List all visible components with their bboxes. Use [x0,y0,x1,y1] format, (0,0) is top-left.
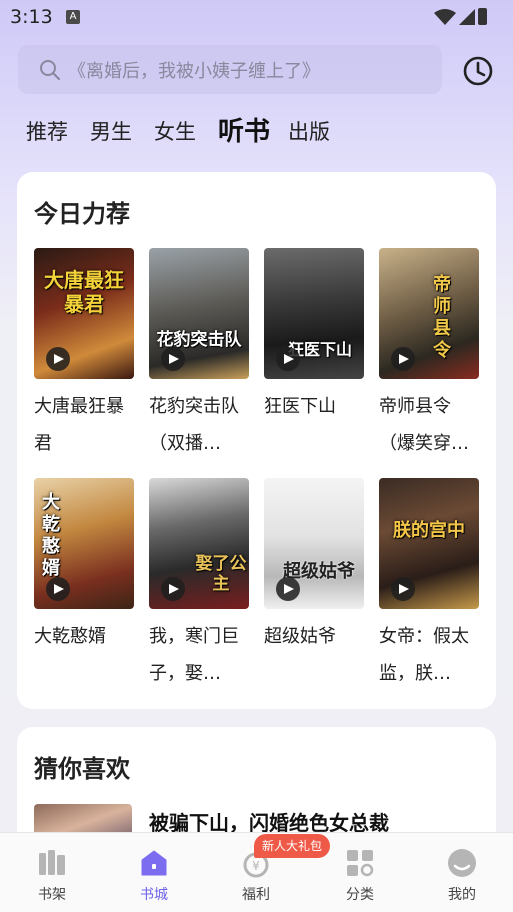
book-title: 我，寒门巨子，娶… [149,626,239,684]
book-item[interactable]: 花豹突击队 花豹突击队（双播… [149,248,249,462]
nav-profile[interactable]: 我的 [422,833,502,912]
book-item[interactable]: 超级姑爷 超级姑爷 [264,478,364,692]
book-item[interactable]: 娶了公主 我，寒门巨子，娶… [149,478,249,692]
play-icon[interactable] [276,577,300,601]
nav-label: 书架 [38,887,66,903]
book-cover[interactable]: 超级姑爷 [264,478,364,609]
book-cover[interactable]: 帝师县令 [379,248,479,379]
book-cover[interactable]: 娶了公主 [149,478,249,609]
status-icons [434,8,487,25]
nav-label: 我的 [448,887,476,903]
cover-title: 大乾憨婿 [42,492,60,579]
cover-title: 帝师县令 [433,274,451,361]
status-bar: 3:13 A [0,0,513,36]
category-icon [347,850,374,877]
signal-icon [459,9,475,25]
book-title: 女帝：假太监，朕… [379,626,469,684]
bookstore-icon [141,850,167,876]
cover-title: 花豹突击队 [156,330,242,350]
cover-title: 超级姑爷 [283,561,355,582]
play-icon[interactable] [46,347,70,371]
book-item[interactable]: 大唐最狂暴君 大唐最狂暴君 [34,248,134,462]
status-time: 3:13 [10,6,53,28]
category-tabs: 推荐 男生 女生 听书 出版 [26,112,352,152]
nav-bookstore[interactable]: 书城 [114,833,194,912]
book-cover[interactable]: 朕的宫中 [379,478,479,609]
bookshelf-icon [39,850,65,875]
book-cover[interactable]: 大唐最狂暴君 [34,248,134,379]
play-icon[interactable] [391,577,415,601]
book-cover[interactable]: 花豹突击队 [149,248,249,379]
book-title: 帝师县令（爆笑穿… [379,396,469,454]
recommend-card: 今日力荐 大唐最狂暴君 大唐最狂暴君 花豹突击队 花豹突击队（双播… 狂医下山 … [17,172,496,709]
tab-published[interactable]: 出版 [288,112,330,152]
cover-title: 大唐最狂暴君 [44,268,124,316]
section-title: 猜你喜欢 [34,755,130,783]
book-item[interactable]: 大乾憨婿 大乾憨婿 [34,478,134,692]
svg-text:¥: ¥ [252,859,260,873]
tab-female[interactable]: 女生 [154,112,196,152]
history-clock-icon[interactable] [462,55,494,87]
book-item[interactable]: 朕的宫中 女帝：假太监，朕… [379,478,479,692]
cover-title: 娶了公主 [195,554,247,594]
nav-bookshelf[interactable]: 书架 [12,833,92,912]
gift-badge[interactable]: 新人大礼包 [254,834,331,858]
book-item[interactable]: 帝师县令 帝师县令（爆笑穿… [379,248,479,462]
battery-icon [478,8,487,25]
tab-audiobook[interactable]: 听书 [218,112,270,152]
tab-recommend[interactable]: 推荐 [26,112,68,152]
play-icon[interactable] [276,347,300,371]
tab-male[interactable]: 男生 [90,112,132,152]
profile-icon [448,849,476,877]
section-title: 今日力荐 [34,200,130,228]
book-cover[interactable]: 狂医下山 [264,248,364,379]
search-placeholder: 《离婚后，我被小姨子缠上了》 [68,60,320,82]
play-icon[interactable] [161,347,185,371]
book-title: 超级姑爷 [264,626,336,647]
cover-title: 朕的宫中 [393,520,465,541]
book-title: 大乾憨婿 [34,626,106,647]
nav-category[interactable]: 分类 [320,833,400,912]
search-input[interactable]: 《离婚后，我被小姨子缠上了》 [18,45,442,94]
book-cover[interactable]: 大乾憨婿 [34,478,134,609]
nav-label: 书城 [140,887,168,903]
book-title: 花豹突击队（双播… [149,396,239,454]
nav-label: 福利 [242,887,270,903]
play-icon[interactable] [46,577,70,601]
notification-icon: A [66,10,80,24]
book-title: 狂医下山 [264,396,336,417]
book-item[interactable]: 狂医下山 狂医下山 [264,248,364,462]
search-icon [40,59,61,80]
nav-label: 分类 [346,887,374,903]
play-icon[interactable] [391,347,415,371]
play-icon[interactable] [161,577,185,601]
wifi-icon [434,9,456,25]
book-title: 大唐最狂暴君 [34,396,124,454]
